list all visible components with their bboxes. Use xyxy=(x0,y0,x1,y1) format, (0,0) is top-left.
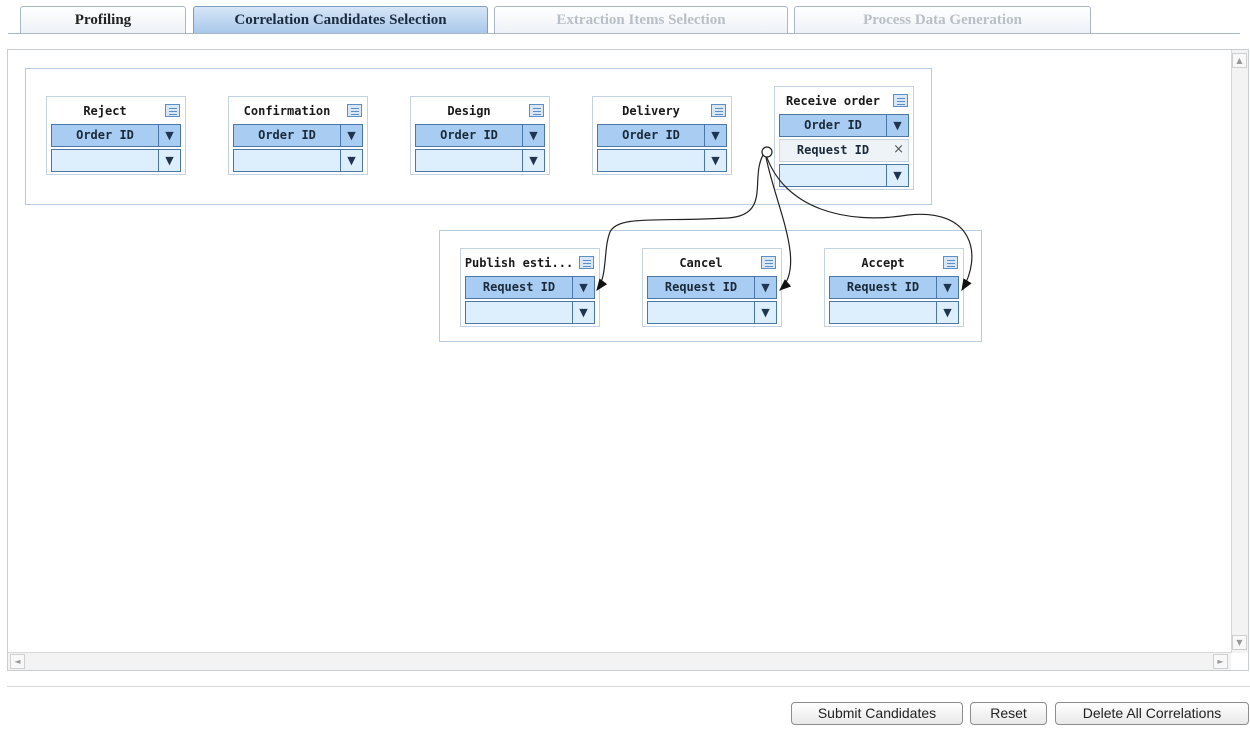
attribute-label: Order ID xyxy=(258,128,316,142)
node-header: Design xyxy=(411,97,549,124)
remove-icon[interactable]: × xyxy=(893,142,904,157)
attribute-select[interactable]: Order ID ▼ xyxy=(597,124,727,147)
attribute-select[interactable]: Order ID ▼ xyxy=(51,124,181,147)
attribute-label: Order ID xyxy=(76,128,134,142)
node-receive-order[interactable]: Receive order Order ID ▼ Request ID × ▼ xyxy=(774,86,914,190)
attribute-label: Order ID xyxy=(440,128,498,142)
dropdown-arrow-icon[interactable]: ▼ xyxy=(886,165,908,186)
footer-divider xyxy=(7,686,1250,687)
scroll-down-icon[interactable]: ▼ xyxy=(1232,635,1247,650)
correlation-source-attribute[interactable]: Request ID × xyxy=(779,139,909,162)
empty-attribute-select[interactable]: ▼ xyxy=(829,301,959,324)
horizontal-scrollbar[interactable]: ◄ ► xyxy=(8,652,1231,670)
attribute-label: Request ID xyxy=(846,280,920,294)
tab-bar: Profiling Correlation Candidates Selecti… xyxy=(0,0,1250,36)
tab-process-data-generation: Process Data Generation xyxy=(794,6,1091,33)
tab-extraction-items-selection: Extraction Items Selection xyxy=(494,6,788,33)
table-icon[interactable] xyxy=(579,256,594,269)
empty-attribute-select[interactable]: ▼ xyxy=(597,149,727,172)
delete-all-correlations-button[interactable]: Delete All Correlations xyxy=(1055,702,1249,725)
node-title: Reject xyxy=(83,104,127,118)
empty-attribute-select[interactable]: ▼ xyxy=(415,149,545,172)
node-title: Design xyxy=(447,104,491,118)
node-title: Publish esti... xyxy=(464,256,574,270)
vertical-scrollbar[interactable]: ▲ ▼ xyxy=(1231,50,1248,653)
attribute-select[interactable]: Request ID ▼ xyxy=(647,276,777,299)
scroll-up-icon[interactable]: ▲ xyxy=(1232,53,1247,68)
tab-correlation-candidates-selection[interactable]: Correlation Candidates Selection xyxy=(193,6,488,33)
node-reject[interactable]: Reject Order ID ▼ ▼ xyxy=(46,96,186,175)
dropdown-arrow-icon[interactable]: ▼ xyxy=(754,302,776,323)
dropdown-arrow-icon[interactable]: ▼ xyxy=(886,115,908,136)
dropdown-arrow-icon[interactable]: ▼ xyxy=(704,125,726,146)
submit-candidates-button[interactable]: Submit Candidates xyxy=(791,702,963,725)
dropdown-arrow-icon[interactable]: ▼ xyxy=(754,277,776,298)
node-accept[interactable]: Accept Request ID ▼ ▼ xyxy=(824,248,964,327)
dropdown-arrow-icon[interactable]: ▼ xyxy=(522,125,544,146)
empty-attribute-select[interactable]: ▼ xyxy=(465,301,595,324)
node-header: Reject xyxy=(47,97,185,124)
empty-attribute-select[interactable]: ▼ xyxy=(647,301,777,324)
dropdown-arrow-icon[interactable]: ▼ xyxy=(704,150,726,171)
node-title: Delivery xyxy=(622,104,680,118)
dropdown-arrow-icon[interactable]: ▼ xyxy=(340,125,362,146)
dropdown-arrow-icon[interactable]: ▼ xyxy=(158,125,180,146)
attribute-select[interactable]: Request ID ▼ xyxy=(465,276,595,299)
correlation-canvas[interactable]: Reject Order ID ▼ ▼ Confirmation Order ID… xyxy=(7,49,1249,671)
node-confirmation[interactable]: Confirmation Order ID ▼ ▼ xyxy=(228,96,368,175)
node-header: Receive order xyxy=(775,87,913,114)
attribute-select[interactable]: Order ID ▼ xyxy=(779,114,909,137)
table-icon[interactable] xyxy=(761,256,776,269)
dropdown-arrow-icon[interactable]: ▼ xyxy=(936,302,958,323)
dropdown-arrow-icon[interactable]: ▼ xyxy=(936,277,958,298)
empty-attribute-select[interactable]: ▼ xyxy=(233,149,363,172)
reset-button[interactable]: Reset xyxy=(970,702,1047,725)
attribute-label: Request ID xyxy=(664,280,738,294)
dropdown-arrow-icon[interactable]: ▼ xyxy=(572,302,594,323)
table-icon[interactable] xyxy=(347,104,362,117)
table-icon[interactable] xyxy=(711,104,726,117)
dropdown-arrow-icon[interactable]: ▼ xyxy=(340,150,362,171)
attribute-select[interactable]: Order ID ▼ xyxy=(233,124,363,147)
attribute-label: Order ID xyxy=(622,128,680,142)
table-icon[interactable] xyxy=(529,104,544,117)
empty-attribute-select[interactable]: ▼ xyxy=(779,164,909,187)
dropdown-arrow-icon[interactable]: ▼ xyxy=(522,150,544,171)
node-publish-estimate[interactable]: Publish esti... Request ID ▼ ▼ xyxy=(460,248,600,327)
node-header: Accept xyxy=(825,249,963,276)
node-title: Receive order xyxy=(786,94,880,108)
node-design[interactable]: Design Order ID ▼ ▼ xyxy=(410,96,550,175)
tab-divider xyxy=(8,33,1240,34)
scroll-right-icon[interactable]: ► xyxy=(1213,654,1228,669)
attribute-label: Order ID xyxy=(804,118,862,132)
node-title: Confirmation xyxy=(243,104,331,118)
attribute-select[interactable]: Request ID ▼ xyxy=(829,276,959,299)
attribute-label: Request ID xyxy=(482,280,556,294)
table-icon[interactable] xyxy=(943,256,958,269)
dropdown-arrow-icon[interactable]: ▼ xyxy=(572,277,594,298)
node-title: Cancel xyxy=(679,256,723,270)
dropdown-arrow-icon[interactable]: ▼ xyxy=(158,150,180,171)
tab-profiling[interactable]: Profiling xyxy=(20,6,186,33)
node-delivery[interactable]: Delivery Order ID ▼ ▼ xyxy=(592,96,732,175)
attribute-select[interactable]: Order ID ▼ xyxy=(415,124,545,147)
table-icon[interactable] xyxy=(165,104,180,117)
attribute-label: Request ID xyxy=(796,143,870,157)
node-header: Cancel xyxy=(643,249,781,276)
table-icon[interactable] xyxy=(893,94,908,107)
node-header: Publish esti... xyxy=(461,249,599,276)
empty-attribute-select[interactable]: ▼ xyxy=(51,149,181,172)
scroll-left-icon[interactable]: ◄ xyxy=(10,654,25,669)
node-header: Delivery xyxy=(593,97,731,124)
node-cancel[interactable]: Cancel Request ID ▼ ▼ xyxy=(642,248,782,327)
node-header: Confirmation xyxy=(229,97,367,124)
node-title: Accept xyxy=(861,256,905,270)
